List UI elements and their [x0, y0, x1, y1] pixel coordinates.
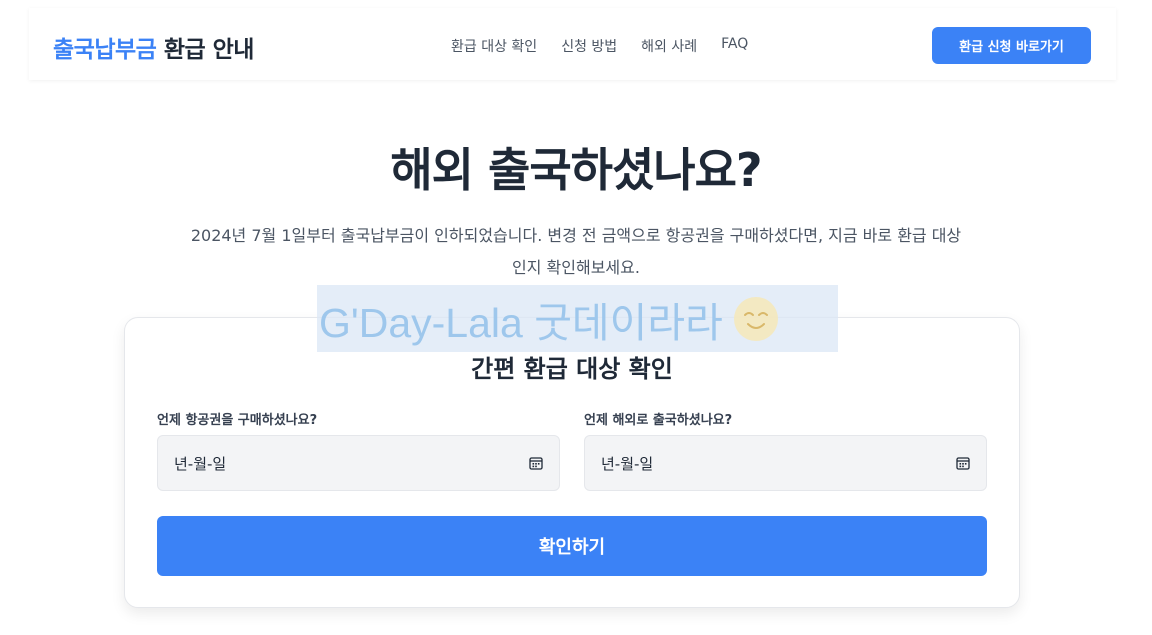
nav-eligibility-link[interactable]: 환급 대상 확인 — [451, 36, 537, 56]
eligibility-check-card: 간편 환급 대상 확인 언제 항공권을 구매하셨나요? 년-월-일 언제 해외로… — [124, 317, 1020, 608]
hero-title: 해외 출국하셨나요? — [390, 143, 762, 197]
card-title: 간편 환급 대상 확인 — [471, 355, 673, 383]
purchase-date-placeholder: 년-월-일 — [174, 454, 227, 473]
watermark-text: G'Day-Lala 굿데이라라 — [319, 299, 723, 346]
main-nav: 환급 대상 확인 신청 방법 해외 사례 FAQ — [451, 36, 748, 56]
hero-description: 2024년 7월 1일부터 출국납부금이 인하되었습니다. 변경 전 금액으로 … — [190, 226, 962, 277]
logo-brand: 출국납부금 — [53, 37, 157, 63]
watermark-overlay: G'Day-Lala 굿데이라라 — [317, 285, 838, 352]
check-eligibility-button[interactable]: 확인하기 — [157, 516, 987, 576]
purchase-date-input[interactable]: 년-월-일 — [157, 435, 560, 491]
nav-how-to-apply-link[interactable]: 신청 방법 — [561, 36, 617, 56]
departure-date-placeholder: 년-월-일 — [601, 454, 654, 473]
departure-date-label: 언제 해외로 출국하셨나요? — [584, 413, 733, 428]
apply-refund-button[interactable]: 환급 신청 바로가기 — [932, 27, 1091, 64]
calendar-icon[interactable] — [956, 456, 970, 470]
nav-faq-link[interactable]: FAQ — [721, 36, 748, 56]
smiley-icon — [733, 296, 778, 341]
site-logo[interactable]: 출국납부금 환급 안내 — [53, 30, 254, 64]
departure-date-input[interactable]: 년-월-일 — [584, 435, 987, 491]
site-header: 출국납부금 환급 안내 환급 대상 확인 신청 방법 해외 사례 FAQ 환급 … — [29, 8, 1116, 80]
purchase-date-label: 언제 항공권을 구매하셨나요? — [157, 413, 318, 428]
calendar-icon[interactable] — [529, 456, 543, 470]
logo-rest: 환급 안내 — [156, 37, 255, 63]
nav-overseas-cases-link[interactable]: 해외 사례 — [641, 36, 697, 56]
